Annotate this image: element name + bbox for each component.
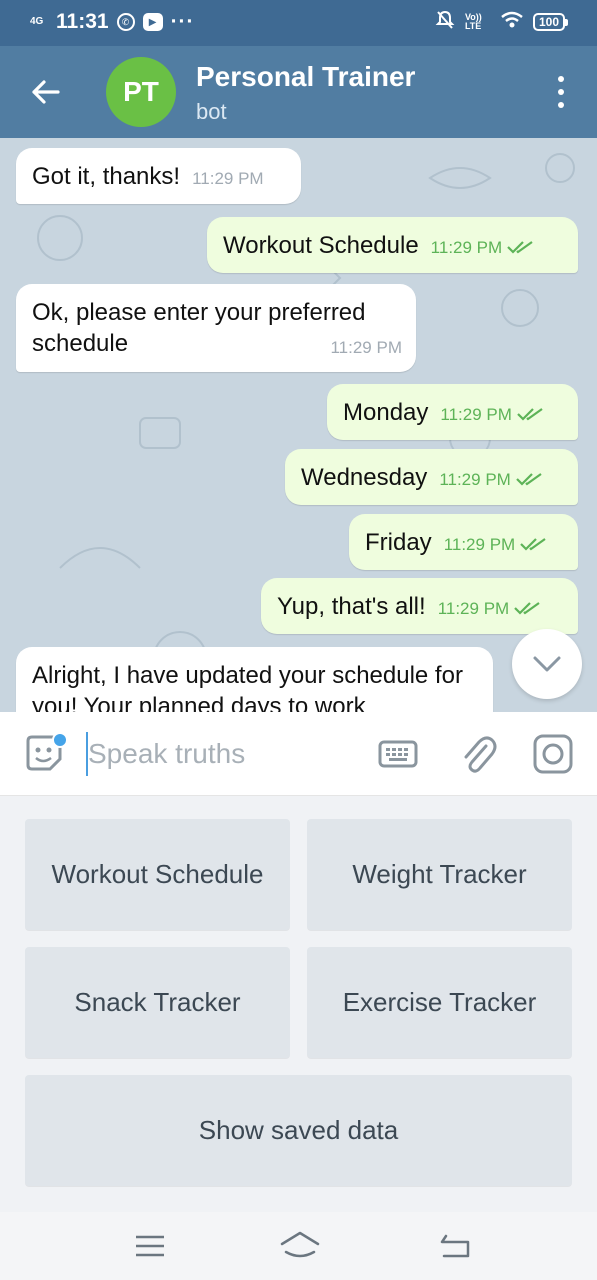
message-bubble-outgoing[interactable]: Friday 11:29 PM: [349, 514, 578, 570]
message-time: 11:29 PM: [192, 169, 264, 188]
back-arrow-icon[interactable]: [28, 74, 64, 110]
message-text: Monday: [343, 399, 429, 426]
message-text: Wednesday: [301, 464, 428, 491]
message-composer: [0, 712, 597, 796]
keyboard-button-weight-tracker[interactable]: Weight Tracker: [307, 819, 572, 930]
lte-indicator: Vo)) LTE: [464, 11, 482, 31]
youtube-notification-icon: ▶: [142, 13, 163, 31]
message-input[interactable]: [86, 732, 356, 776]
network-indicator: 4G: [30, 16, 44, 27]
bot-keyboard: Workout Schedule Weight Tracker Snack Tr…: [0, 796, 597, 1212]
system-navigation-bar: [0, 1212, 597, 1280]
status-bar: 4G 11:31 ✆ ▶ ··· Vo)) LTE 100: [0, 0, 597, 46]
double-check-icon: [517, 408, 543, 421]
status-time: 11:31: [56, 10, 109, 33]
new-sticker-badge: [52, 732, 68, 748]
double-check-icon: [514, 602, 540, 615]
message-time: 11:29 PM: [437, 599, 510, 618]
message-bubble-outgoing[interactable]: Monday 11:29 PM: [327, 384, 578, 440]
message-list[interactable]: Got it, thanks! 11:29 PM Workout Schedule…: [0, 138, 597, 712]
keyboard-button-exercise-tracker[interactable]: Exercise Tracker: [307, 947, 572, 1058]
more-notifications-icon: ···: [170, 10, 195, 33]
keyboard-button-workout-schedule[interactable]: Workout Schedule: [25, 819, 290, 930]
keyboard-button-snack-tracker[interactable]: Snack Tracker: [25, 947, 290, 1058]
attach-icon[interactable]: [458, 732, 498, 776]
scroll-to-bottom-button[interactable]: [512, 629, 582, 699]
message-text: Got it, thanks!: [32, 163, 181, 190]
message-time: 11:29 PM: [430, 238, 503, 257]
wifi-icon: [501, 11, 523, 32]
mute-icon: [435, 10, 455, 33]
chat-subtitle: bot: [196, 99, 227, 124]
message-text: Alright, I have updated your schedule fo…: [32, 662, 463, 712]
battery-indicator: 100: [532, 12, 569, 31]
camera-icon[interactable]: [533, 734, 573, 774]
double-check-icon: [520, 538, 546, 551]
more-vert-icon[interactable]: [555, 76, 567, 108]
avatar[interactable]: PT: [106, 57, 176, 127]
nav-back-icon[interactable]: [438, 1230, 474, 1262]
nav-home-icon[interactable]: [280, 1230, 320, 1262]
whatsapp-notification-icon: ✆: [116, 13, 135, 31]
double-check-icon: [516, 473, 542, 486]
message-text: Workout Schedule: [223, 232, 419, 259]
message-text: Yup, that's all!: [277, 593, 426, 620]
message-bubble-incoming[interactable]: Ok, please enter your preferred schedule…: [16, 284, 416, 372]
keyboard-icon[interactable]: [378, 734, 418, 774]
message-time: 11:29 PM: [330, 338, 402, 357]
chat-header: PT Personal Trainer bot: [0, 46, 597, 138]
message-time: 11:29 PM: [440, 405, 512, 424]
message-text: Friday: [365, 529, 432, 556]
chevron-down-icon: [533, 656, 561, 672]
message-bubble-outgoing[interactable]: Workout Schedule 11:29 PM: [207, 217, 578, 273]
message-time: 11:29 PM: [443, 535, 516, 554]
message-time: 11:29 PM: [439, 470, 511, 489]
double-check-icon: [507, 241, 533, 254]
keyboard-button-show-saved-data[interactable]: Show saved data: [25, 1075, 572, 1186]
message-bubble-outgoing[interactable]: Wednesday 11:29 PM: [285, 449, 578, 505]
message-bubble-incoming[interactable]: Alright, I have updated your schedule fo…: [16, 647, 493, 712]
message-bubble-outgoing[interactable]: Yup, that's all! 11:29 PM: [261, 578, 578, 634]
chat-title[interactable]: Personal Trainer: [196, 61, 415, 93]
nav-menu-icon[interactable]: [132, 1230, 168, 1262]
message-bubble-incoming[interactable]: Got it, thanks! 11:29 PM: [16, 148, 301, 204]
